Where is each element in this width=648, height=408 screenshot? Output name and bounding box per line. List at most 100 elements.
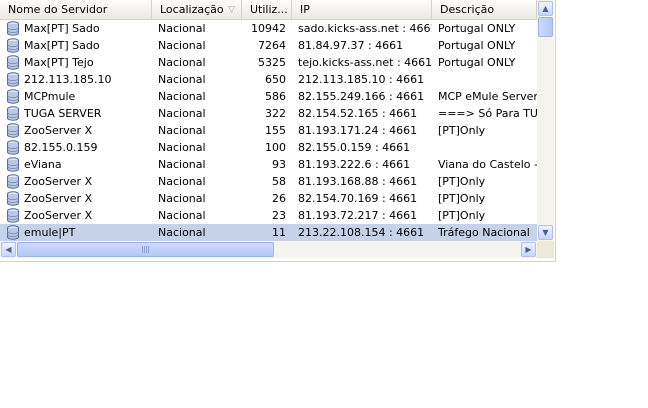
server-ip: 81.193.222.6 : 4661 (298, 158, 411, 171)
arrow-right-icon[interactable]: ▶ (521, 242, 536, 257)
column-header-location-label: Localização (160, 3, 224, 16)
server-users: 11 (272, 226, 286, 239)
server-ip: 81.193.171.24 : 4661 (298, 124, 418, 137)
server-name-cell: MCPmule (6, 88, 152, 105)
server-name-cell: Max[PT] Sado (6, 37, 152, 54)
database-server-icon (6, 208, 20, 223)
table-row[interactable]: ZooServer X Nacional 26 82.154.70.169 : 466… (0, 190, 537, 207)
server-description: ===> Só Para TUGA (438, 107, 537, 120)
server-location: Nacional (158, 192, 206, 205)
server-name: eViana (24, 158, 62, 171)
database-server-icon (6, 21, 20, 36)
server-name: ZooServer X (24, 124, 93, 137)
server-rows: Max[PT] Sado Nacional 10942 sado.kicks-ass.… (0, 20, 537, 241)
server-name: ZooServer X (24, 175, 93, 188)
server-description (438, 139, 537, 156)
table-row[interactable]: ZooServer X Nacional 23 81.193.72.217 : 466… (0, 207, 537, 224)
table-row[interactable]: ZooServer X Nacional 58 81.193.168.88 : 466… (0, 173, 537, 190)
server-ip: 212.113.185.10 : 4661 (298, 73, 425, 86)
column-header-description[interactable]: Descrição (432, 0, 537, 19)
server-description: [PT]Only (438, 124, 486, 137)
table-row[interactable]: 212.113.185.10 Nacional 650 212.113.185.10 … (0, 71, 537, 88)
server-users: 155 (265, 124, 286, 137)
server-location: Nacional (158, 124, 206, 137)
server-description: Viana do Castelo - Po (438, 158, 537, 171)
server-location: Nacional (158, 141, 206, 154)
arrow-down-icon[interactable]: ▼ (538, 225, 553, 240)
table-row[interactable]: eViana Nacional 93 81.193.222.6 : 4661 Viana… (0, 156, 537, 173)
server-users: 23 (272, 209, 286, 222)
server-name-cell: emule|PT (6, 224, 152, 241)
server-description: [PT]Only (438, 192, 486, 205)
server-description: Portugal ONLY (438, 56, 516, 69)
table-row[interactable]: TUGA SERVER Nacional 322 82.154.52.165 : 46… (0, 105, 537, 122)
table-row[interactable]: Max[PT] Tejo Nacional 5325 tejo.kicks-ass.n… (0, 54, 537, 71)
server-ip: 81.84.97.37 : 4661 (298, 39, 404, 52)
arrow-up-icon[interactable]: ▲ (538, 1, 553, 16)
server-users: 5325 (258, 56, 286, 69)
server-name-cell: ZooServer X (6, 190, 152, 207)
server-name: Max[PT] Tejo (24, 56, 94, 69)
horizontal-scroll-thumb[interactable] (17, 242, 274, 257)
server-users: 100 (265, 141, 286, 154)
database-server-icon (6, 72, 20, 87)
column-header-bar: Nome do Servidor Localização ▽ Utiliz...… (0, 0, 537, 20)
column-header-location[interactable]: Localização ▽ (152, 0, 242, 19)
server-name: MCPmule (24, 90, 76, 103)
server-location: Nacional (158, 90, 206, 103)
table-row[interactable]: MCPmule Nacional 586 82.155.249.166 : 4661 M… (0, 88, 537, 105)
table-row[interactable]: 82.155.0.159 Nacional 100 82.155.0.159 : 46… (0, 139, 537, 156)
server-users: 10942 (251, 22, 286, 35)
server-name-cell: ZooServer X (6, 207, 152, 224)
database-server-icon (6, 174, 20, 189)
database-server-icon (6, 55, 20, 70)
column-header-users[interactable]: Utiliz... (242, 0, 292, 19)
table-row[interactable]: emule|PT Nacional 11 213.22.108.154 : 4661 T… (0, 224, 537, 241)
column-header-name[interactable]: Nome do Servidor (0, 0, 152, 19)
server-ip: 82.155.0.159 : 4661 (298, 141, 411, 154)
vertical-scroll-thumb[interactable] (538, 17, 553, 37)
server-ip: 81.193.72.217 : 4661 (298, 209, 418, 222)
server-description: MCP eMule Server (438, 90, 537, 103)
column-header-ip[interactable]: IP (292, 0, 432, 19)
server-ip: 82.154.52.165 : 4661 (298, 107, 418, 120)
server-location: Nacional (158, 22, 206, 35)
server-ip: sado.kicks-ass.net : 4661 (298, 22, 432, 35)
server-name: ZooServer X (24, 209, 93, 222)
server-name: 212.113.185.10 (24, 73, 112, 86)
server-description (438, 71, 537, 88)
server-location: Nacional (158, 107, 206, 120)
server-name: ZooServer X (24, 192, 93, 205)
database-server-icon (6, 106, 20, 121)
server-location: Nacional (158, 73, 206, 86)
server-users: 7264 (258, 39, 286, 52)
table-row[interactable]: ZooServer X Nacional 155 81.193.171.24 : 46… (0, 122, 537, 139)
server-location: Nacional (158, 158, 206, 171)
table-row[interactable]: Max[PT] Sado Nacional 10942 sado.kicks-ass.… (0, 20, 537, 37)
grip-icon (141, 246, 150, 253)
sort-descending-icon: ▽ (228, 5, 235, 15)
scrollbar-corner (537, 241, 554, 258)
server-ip: 81.193.168.88 : 4661 (298, 175, 418, 188)
server-name: TUGA SERVER (24, 107, 102, 120)
horizontal-scrollbar[interactable]: ◀ ▶ (0, 241, 537, 258)
server-list[interactable]: Nome do Servidor Localização ▽ Utiliz...… (0, 0, 556, 262)
server-location: Nacional (158, 39, 206, 52)
server-location: Nacional (158, 209, 206, 222)
server-users: 58 (272, 175, 286, 188)
database-server-icon (6, 225, 20, 240)
vertical-scrollbar[interactable]: ▲ ▼ (537, 0, 554, 241)
server-name-cell: ZooServer X (6, 173, 152, 190)
arrow-left-icon[interactable]: ◀ (1, 242, 16, 257)
table-row[interactable]: Max[PT] Sado Nacional 7264 81.84.97.37 : 46… (0, 37, 537, 54)
server-name-cell: TUGA SERVER (6, 105, 152, 122)
server-ip: 82.154.70.169 : 4661 (298, 192, 418, 205)
database-server-icon (6, 140, 20, 155)
server-location: Nacional (158, 226, 206, 239)
server-location: Nacional (158, 175, 206, 188)
server-description: Portugal ONLY (438, 39, 516, 52)
server-name: 82.155.0.159 (24, 141, 98, 154)
database-server-icon (6, 123, 20, 138)
server-name-cell: 82.155.0.159 (6, 139, 152, 156)
server-description: [PT]Only (438, 175, 486, 188)
